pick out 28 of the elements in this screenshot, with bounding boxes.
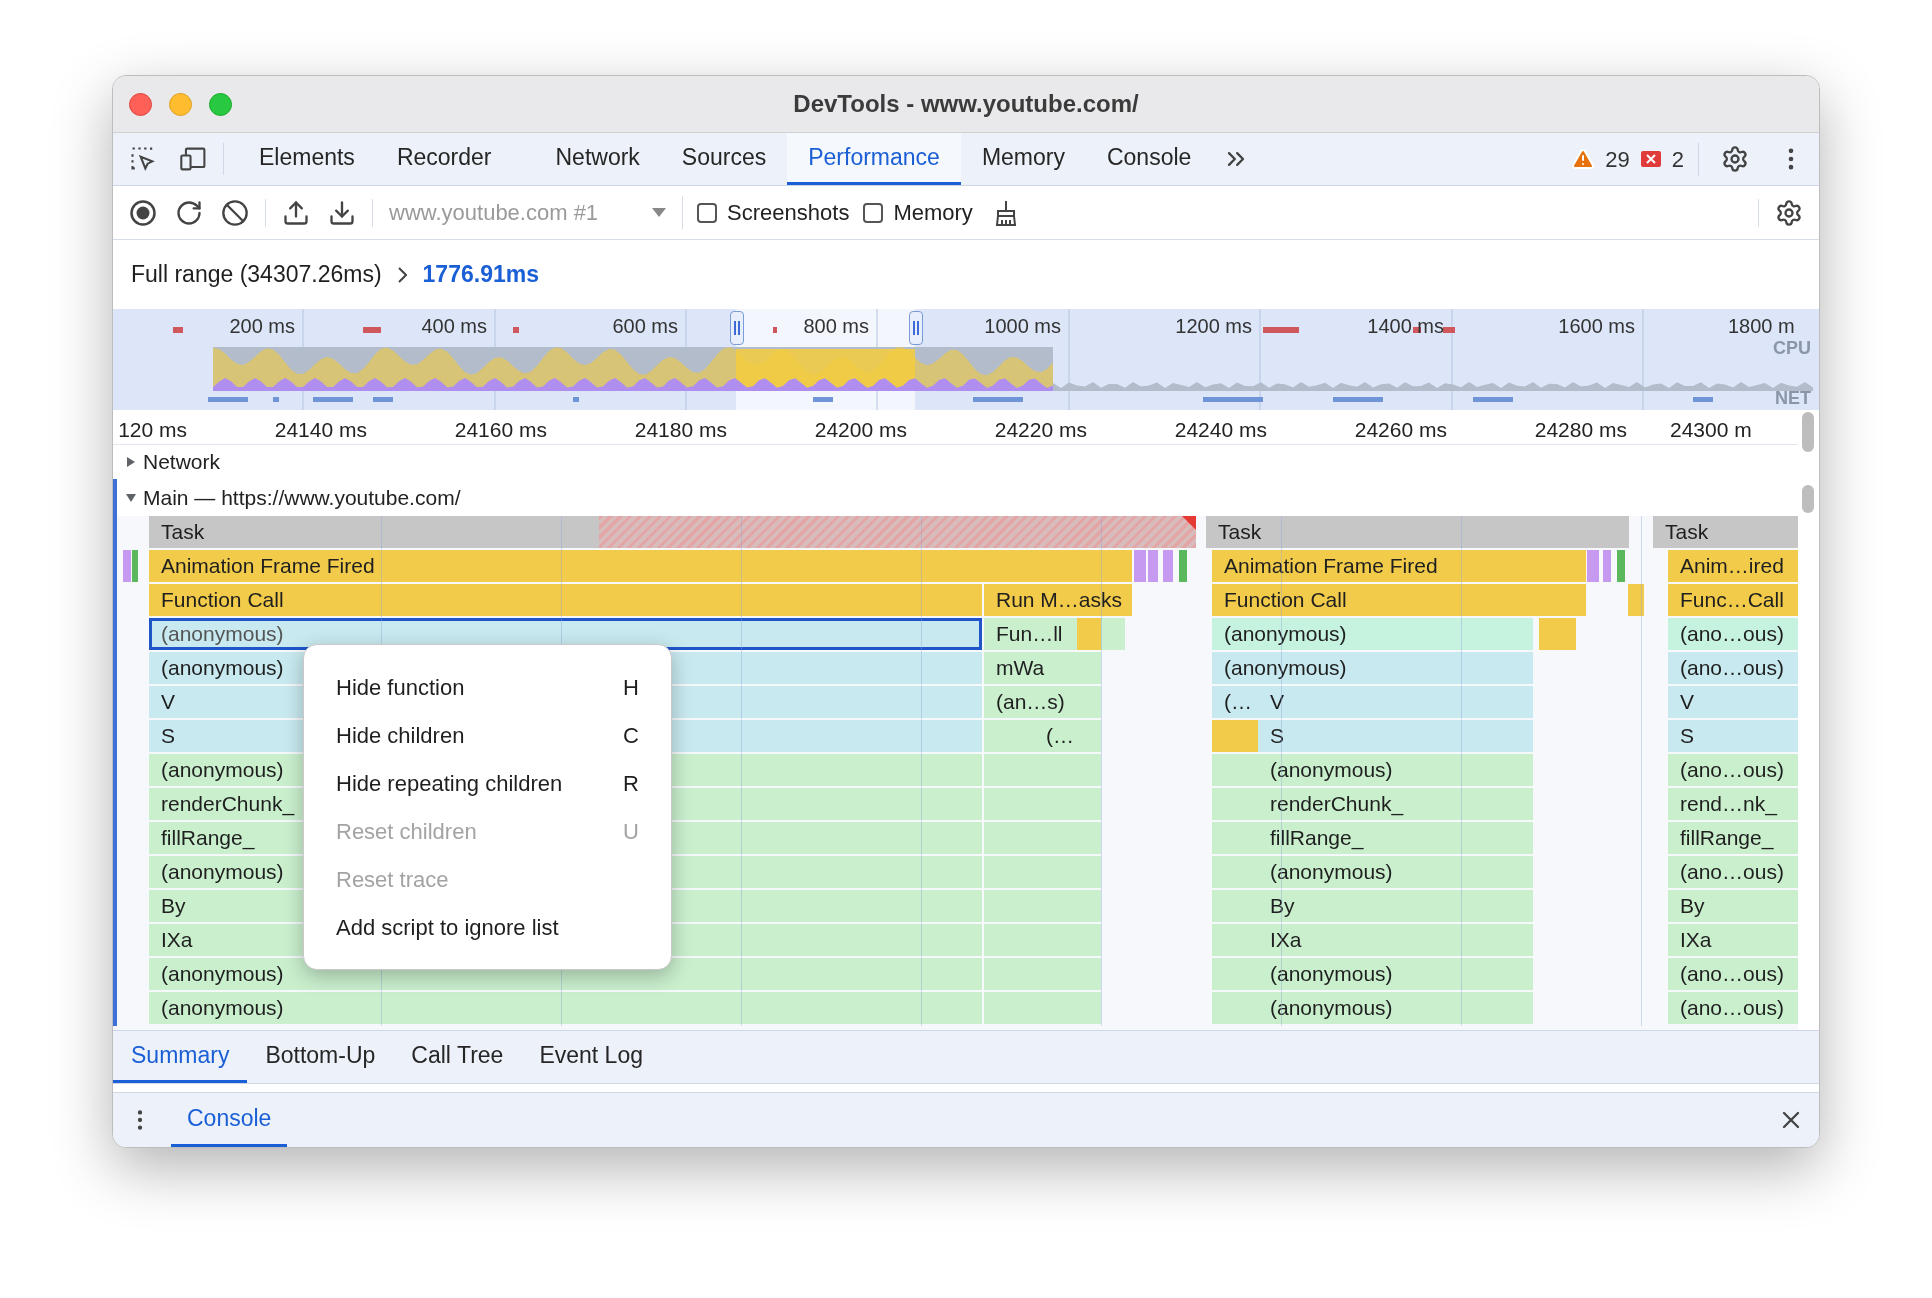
- overview-time-label: 1200 ms: [1175, 314, 1252, 339]
- ruler-time-label: 24160 ms: [454, 417, 547, 443]
- overview-time-label: 600 ms: [612, 314, 678, 339]
- ruler-time-label: 24200 ms: [814, 417, 907, 443]
- overview-time-label: 400 ms: [421, 314, 487, 339]
- ruler-time-label: 24180 ms: [634, 417, 727, 443]
- overview-time-label: 200 ms: [229, 314, 295, 339]
- ruler-time-label: 24280 ms: [1534, 417, 1627, 443]
- ruler-time-label: 24140 ms: [274, 417, 367, 443]
- shortcut-key: H: [623, 670, 639, 704]
- shortcut-key: C: [623, 718, 639, 752]
- checkbox-label: Memory: [893, 199, 973, 227]
- ruler-time-label: 24240 ms: [1174, 417, 1267, 443]
- shortcut-key: U: [623, 814, 639, 848]
- checkbox-label: Screenshots: [727, 199, 850, 227]
- ruler-time-label: 24260 ms: [1354, 417, 1447, 443]
- overview-time-label: 1800 m: [1728, 314, 1795, 339]
- overview-time-label: 1600 ms: [1558, 314, 1635, 339]
- overview-time-label: 1400 ms: [1367, 314, 1444, 339]
- ruler-time-label: 120 ms: [118, 417, 187, 443]
- overview-time-label: 800 ms: [803, 314, 869, 339]
- window-title: DevTools - www.youtube.com/: [793, 89, 1139, 119]
- track-label: CPU: [1773, 337, 1811, 360]
- shortcut-key: R: [623, 766, 639, 800]
- ruler-time-label: 24300 m: [1670, 417, 1752, 443]
- ruler-time-label: 24220 ms: [994, 417, 1087, 443]
- track-label: NET: [1775, 387, 1811, 410]
- overview-time-label: 1000 ms: [984, 314, 1061, 339]
